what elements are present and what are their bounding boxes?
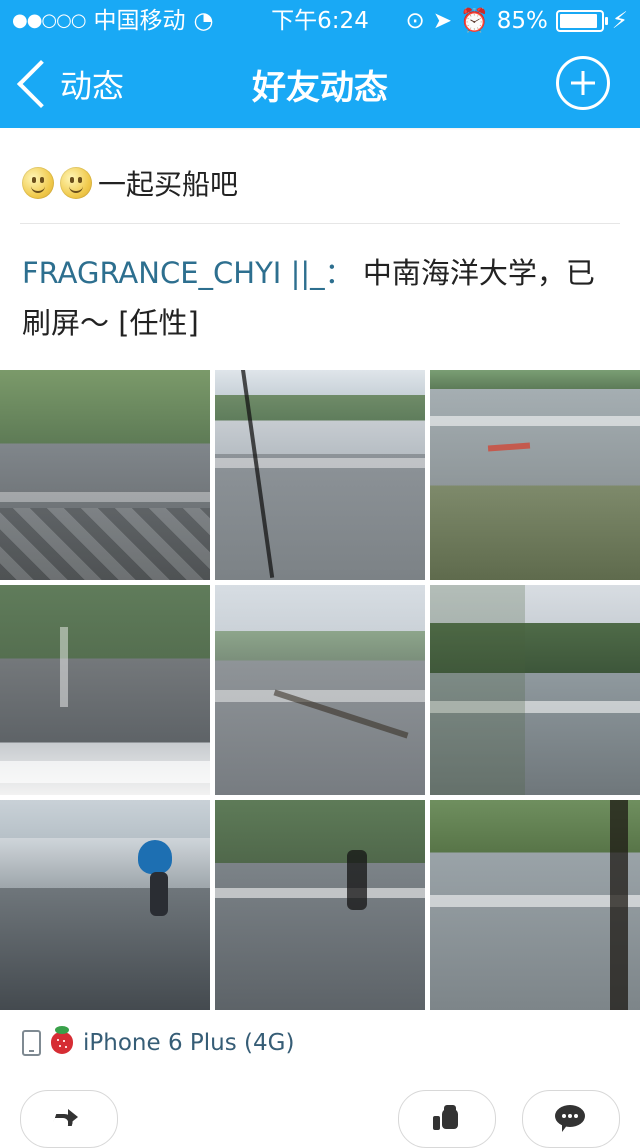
like-icon	[433, 1105, 461, 1133]
location-icon: ➤	[432, 8, 453, 34]
comment-button[interactable]	[522, 1090, 620, 1148]
photo-grid	[0, 370, 640, 1010]
photo-thumbnail-5[interactable]	[215, 585, 425, 795]
device-info: iPhone 6 Plus (4G)	[22, 1026, 295, 1056]
strawberry-icon	[51, 1026, 73, 1054]
comment-row: 一起买船吧	[22, 163, 238, 203]
photo-thumbnail-7[interactable]	[0, 800, 210, 1010]
username-link[interactable]: FRAGRANCE_CHYI	[22, 256, 281, 290]
battery-cap	[604, 17, 608, 25]
charging-icon: ⚡	[611, 8, 628, 34]
comment-text: 一起买船吧	[98, 168, 239, 201]
share-button[interactable]	[20, 1090, 118, 1148]
username-suffix: ||_：	[290, 256, 354, 290]
comment-divider	[20, 223, 620, 224]
smile-emoji-icon	[60, 167, 92, 199]
navigation-bar: 动态 好友动态	[0, 40, 640, 128]
page-title: 好友动态	[252, 68, 388, 108]
like-button[interactable]	[398, 1090, 496, 1148]
battery-percentage: 85%	[496, 8, 548, 34]
photo-thumbnail-1[interactable]	[0, 370, 210, 580]
orientation-lock-icon: ⊙	[405, 8, 425, 34]
photo-thumbnail-9[interactable]	[430, 800, 640, 1010]
add-button[interactable]	[556, 56, 610, 110]
photo-thumbnail-6[interactable]	[430, 585, 640, 795]
share-icon	[54, 1107, 78, 1125]
feed-content: 一起买船吧 FRAGRANCE_CHYI ||_： 中南海洋大学，已刷屏～ [任…	[0, 128, 640, 1148]
photo-thumbnail-2[interactable]	[215, 370, 425, 580]
card-top-shadow	[20, 128, 620, 130]
post-actions	[0, 1082, 640, 1148]
post-text: FRAGRANCE_CHYI ||_： 中南海洋大学，已刷屏～ [任性]	[22, 248, 612, 348]
photo-thumbnail-4[interactable]	[0, 585, 210, 795]
phone-icon	[22, 1030, 41, 1056]
photo-thumbnail-8[interactable]	[215, 800, 425, 1010]
battery-icon	[555, 10, 608, 32]
photo-thumbnail-3[interactable]	[430, 370, 640, 580]
battery-fill	[559, 14, 598, 28]
status-right: ⊙ ➤ ⏰ 85% ⚡	[406, 6, 628, 36]
comment-icon	[555, 1105, 585, 1132]
device-label: iPhone 6 Plus (4G)	[83, 1030, 295, 1056]
alarm-icon: ⏰	[460, 8, 489, 34]
app-header: ●●○○○ 中国移动 ◔ 下午6:24 ⊙ ➤ ⏰ 85% ⚡ 动态 好友动态	[0, 0, 640, 128]
smile-emoji-icon	[22, 167, 54, 199]
status-bar: ●●○○○ 中国移动 ◔ 下午6:24 ⊙ ➤ ⏰ 85% ⚡	[0, 0, 640, 40]
